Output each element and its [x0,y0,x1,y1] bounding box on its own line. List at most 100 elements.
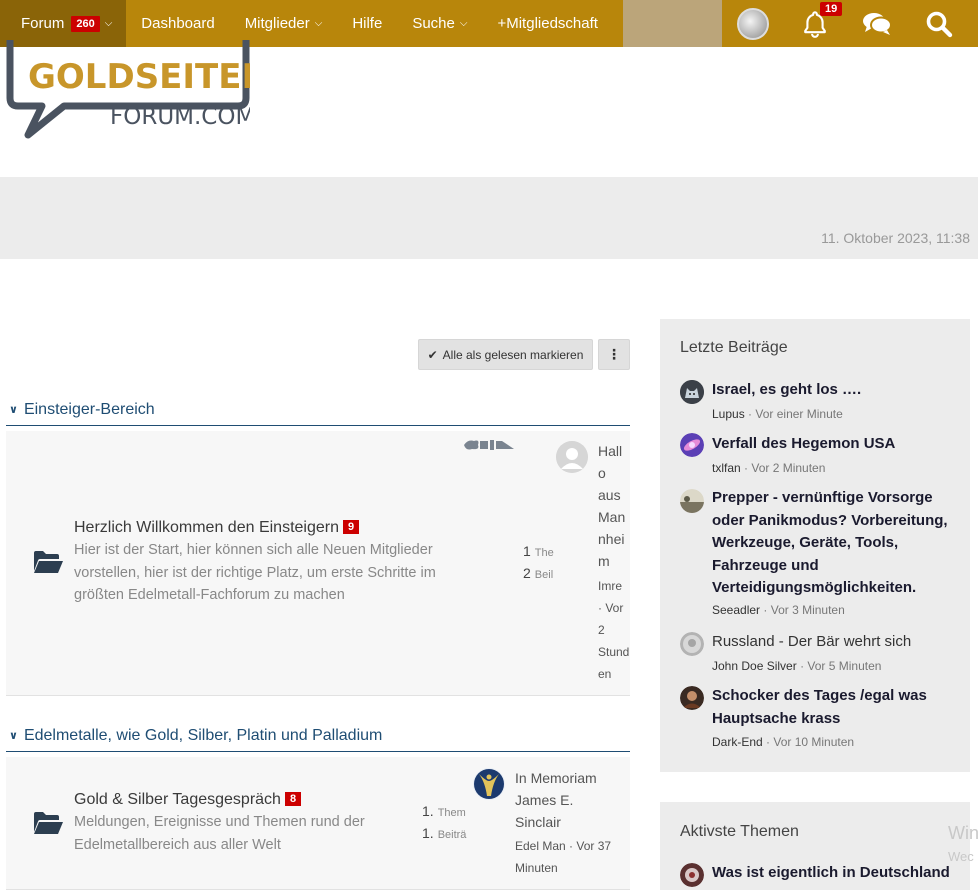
last-post-time-line: Minuten [515,861,558,875]
sidebar-post-meta: John Doe Silver · Vor 5 Minuten [712,659,881,673]
sidebar-post-time: · Vor 10 Minuten [766,735,855,749]
stat-label: Them [437,807,466,819]
board-title-text: Herzlich Willkommen den Einsteigern [74,519,339,536]
avatar[interactable] [680,433,704,457]
chevron-down-icon: ⌵ [459,18,468,29]
sidebar-post-user[interactable]: John Doe Silver [712,659,797,673]
sidebar-recent-posts: Letzte Beiträge Israel, es geht los …. L… [660,319,970,772]
board-stat-posts: 2 Beil [523,565,553,581]
wolf-avatar-icon [680,380,704,404]
logo-text-secondary: FORUM.COM [110,104,250,130]
logo-text-primary: GOLDSEITEN [28,57,250,97]
sidebar-active-topics: Aktivste Themen Was ist eigentlich in De… [660,802,970,890]
sidebar-post-user[interactable]: Seeadler [712,603,760,617]
notifications-button[interactable]: 19 [798,0,843,47]
board-description-line: Meldungen, Ereignisse und Themen rund de… [74,814,365,830]
last-post-user[interactable]: Imre [598,575,629,597]
current-datetime: 11. Oktober 2023, 11:38 [821,230,970,246]
stat-number: 1. [422,803,434,819]
sidebar-post-user[interactable]: Dark-End [712,735,763,749]
nav-mitgliedschaft-label: +Mitgliedschaft [497,15,598,32]
online-users-icon [464,440,514,450]
nav-suche[interactable]: Suche ⌵ [397,0,482,47]
nav-forum-label: Forum [21,15,65,32]
last-post-title-line: nhei [598,531,625,547]
sidebar-post-user[interactable]: txlfan [712,461,741,475]
stat-label: Beil [534,569,554,581]
stat-number: 2 [523,565,531,581]
vertical-dots-icon: ⋮ [607,346,621,362]
mark-all-read-button[interactable]: ✔ Alle als gelesen markieren [418,339,593,370]
sidebar-post-link[interactable]: Russland - Der Bär wehrt sich [712,631,962,654]
last-post-time-line: en [598,667,612,681]
last-post-title-line: o [598,465,606,481]
last-post-time-line: · Vor [598,601,624,615]
last-post-title-line: m [598,553,610,569]
site-logo[interactable]: GOLDSEITEN FORUM.COM [6,40,250,140]
chat-bubbles-icon [863,12,892,35]
avatar[interactable] [680,632,704,656]
more-options-button[interactable]: ⋮ [598,339,630,370]
sidebar-topic-link[interactable]: Was ist eigentlich in Deutschland [712,862,950,885]
chevron-down-icon: ⌵ [314,18,323,29]
board-title-link[interactable]: Gold & Silber Tagesgespräch 8 [74,791,302,809]
board-stat-threads: 1 The [523,543,554,559]
coin-avatar-icon [680,632,704,656]
board-stat-posts: 1. Beiträ [422,825,466,841]
sidebar-title: Aktivste Themen [680,823,799,840]
checkmark-icon: ✔ [427,347,438,362]
search-button[interactable] [922,0,956,47]
category-header-edelmetalle[interactable]: ∨ Edelmetalle, wie Gold, Silber, Platin … [6,720,630,752]
forum-unread-badge: 260 [71,15,100,32]
last-post-title-line: In Memoriam [515,770,597,786]
board-description-line: Hier ist der Start, hier können sich all… [74,542,433,558]
last-poster-avatar[interactable] [473,768,505,800]
last-post-time-line: 2 [598,623,605,637]
sidebar-post-link[interactable]: Schocker des Tages /egal was Hauptsache … [712,685,962,730]
sidebar-post-time: · Vor 3 Minuten [763,603,845,617]
last-poster-avatar[interactable] [556,441,588,473]
nav-dashboard-label: Dashboard [141,15,215,32]
folder-open-icon [34,812,63,834]
board-description-line: größten Edelmetall-Fachforum zu machen [74,587,345,603]
category-header-einsteiger[interactable]: ∨ Einsteiger-Bereich [6,394,630,426]
board-description: Meldungen, Ereignisse und Themen rund de… [74,811,365,856]
badge-avatar-icon [680,863,704,887]
nav-mitgliedschaft[interactable]: +Mitgliedschaft [482,0,612,47]
avatar[interactable] [680,863,704,887]
sidebar-post-user[interactable]: Lupus [712,407,745,421]
avatar[interactable] [680,686,704,710]
folder-open-icon [34,551,63,573]
avatar[interactable] [680,380,704,404]
galaxy-avatar-icon [680,433,704,457]
chevron-down-icon: ⌵ [104,18,113,29]
last-post-title-line: Man [598,509,626,525]
last-post-user-time[interactable]: Edel Man · Vor 37 [515,835,611,857]
avatar[interactable] [680,489,704,513]
sidebar-post-link[interactable]: Israel, es geht los …. [712,379,962,402]
board-description-line: vorstellen, hier ist der richtige Platz,… [74,564,436,581]
category-title: Edelmetalle, wie Gold, Silber, Platin un… [23,726,383,744]
page-header-band: 11. Oktober 2023, 11:38 [0,177,978,259]
last-post-time-line: Stund [598,645,630,659]
last-post-title-link[interactable]: In Memoriam James E. Sinclair [515,767,597,833]
sidebar-post-title-line: Verteidigungsmöglichkeiten. [712,579,917,596]
sidebar-post-link[interactable]: Verfall des Hegemon USA [712,433,962,456]
sidebar-post-meta: Dark-End · Vor 10 Minuten [712,735,854,749]
last-post-meta: Imre · Vor 2 Stund en [598,575,629,685]
sidebar-post-link[interactable]: Prepper - vernünftige Vorsorge oder Pani… [712,487,962,600]
sidebar-post-time: · Vor einer Minute [748,407,843,421]
nav-mitglieder-label: Mitglieder [244,15,310,32]
sidebar-post-meta: Lupus · Vor einer Minute [712,407,843,421]
os-activation-watermark: Win [948,823,978,843]
board-description: Hier ist der Start, hier können sich all… [74,539,436,607]
last-post-title-link[interactable]: Hall o aus Man nhei m [598,440,625,572]
user-avatar-button[interactable] [736,0,770,47]
notifications-badge: 19 [820,2,843,16]
stat-number: 1. [422,825,434,841]
messages-button[interactable] [860,0,894,47]
nav-hilfe[interactable]: Hilfe [337,0,397,47]
sidebar-title: Letzte Beiträge [680,339,788,356]
board-title-link[interactable]: Herzlich Willkommen den Einsteigern 9 [74,519,360,537]
nav-hilfe-label: Hilfe [352,15,383,32]
